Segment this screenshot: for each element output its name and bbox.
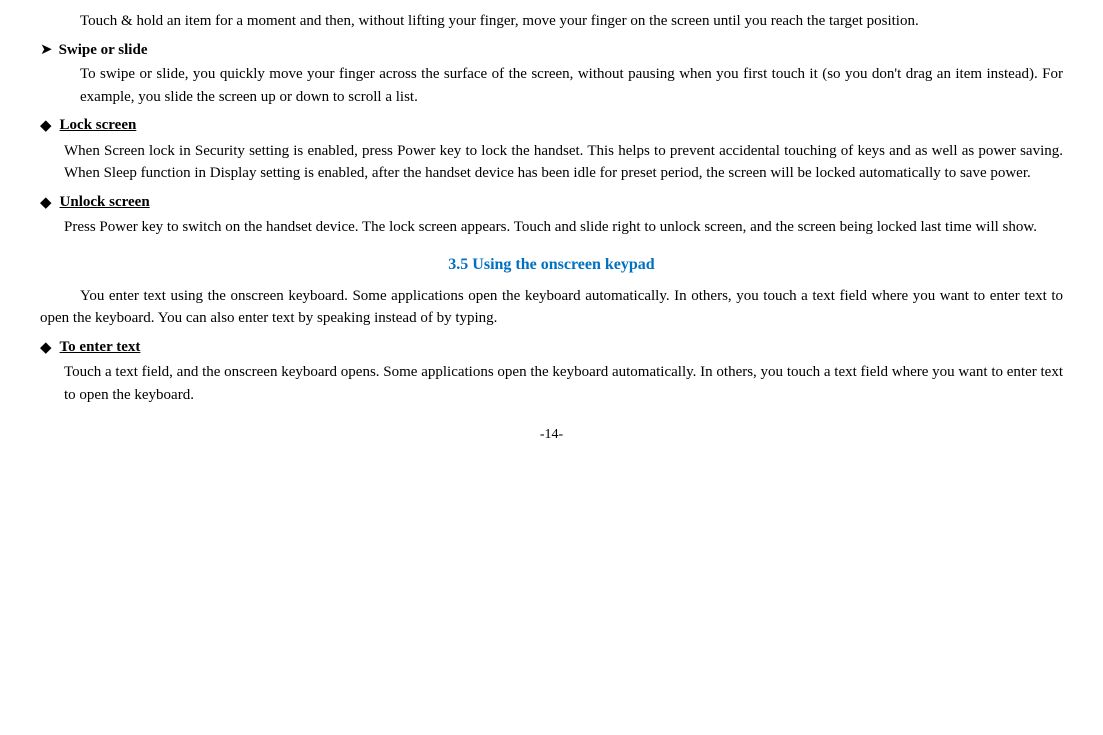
unlock-screen-body: Press Power key to switch on the handset… <box>40 216 1063 239</box>
intro-paragraph: Touch & hold an item for a moment and th… <box>40 10 1063 33</box>
section-35-heading: 3.5 Using the onscreen keypad <box>40 253 1063 277</box>
lock-screen-heading-row: ◆ Lock screen <box>40 114 1063 138</box>
diamond-icon-enter-text: ◆ <box>40 337 52 360</box>
swipe-heading-row: ➤ Swipe or slide <box>40 39 1063 62</box>
unlock-screen-heading-row: ◆ Unlock screen <box>40 191 1063 215</box>
swipe-body: To swipe or slide, you quickly move your… <box>40 63 1063 108</box>
unlock-screen-section: ◆ Unlock screen Press Power key to switc… <box>40 191 1063 239</box>
diamond-icon-unlock: ◆ <box>40 192 52 215</box>
unlock-screen-title: Unlock screen <box>60 191 150 214</box>
page-number: -14- <box>40 424 1063 445</box>
diamond-icon-lock: ◆ <box>40 115 52 138</box>
enter-text-heading-row: ◆ To enter text <box>40 336 1063 360</box>
lock-screen-body: When Screen lock in Security setting is … <box>40 140 1063 185</box>
page-content: Touch & hold an item for a moment and th… <box>40 10 1063 445</box>
swipe-title: Swipe or slide <box>59 39 148 62</box>
lock-screen-title: Lock screen <box>60 114 137 137</box>
enter-text-title: To enter text <box>60 336 141 359</box>
enter-text-section: ◆ To enter text Touch a text field, and … <box>40 336 1063 407</box>
section-35-body: You enter text using the onscreen keyboa… <box>40 285 1063 330</box>
lock-screen-section: ◆ Lock screen When Screen lock in Securi… <box>40 114 1063 185</box>
enter-text-body: Touch a text field, and the onscreen key… <box>40 361 1063 406</box>
arrow-icon: ➤ <box>40 39 53 62</box>
